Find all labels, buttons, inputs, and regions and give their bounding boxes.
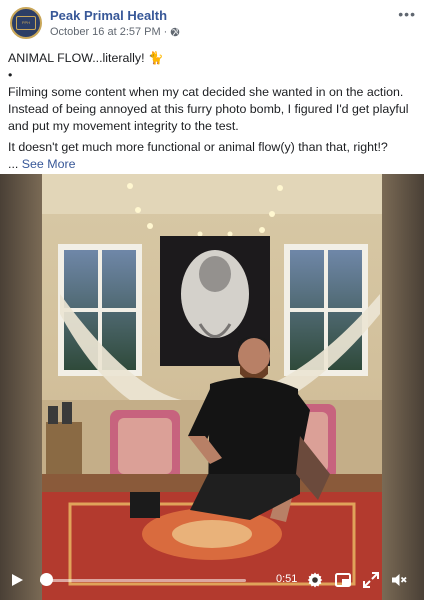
meta-separator: · <box>163 26 168 38</box>
video-controls: 0:51 <box>0 560 424 600</box>
post-caption: ANIMAL FLOW...literally! 🐈 • Filming som… <box>8 50 418 173</box>
caption-ellipsis: ... <box>8 157 22 171</box>
caption-paragraph: Filming some content when my cat decided… <box>8 85 409 133</box>
video-player[interactable]: 0:51 <box>0 174 424 600</box>
yoga-block <box>130 492 160 518</box>
avatar-logo: PPH <box>16 16 36 30</box>
post-header: PPH Peak Primal Health October 16 at 2:5… <box>0 0 424 44</box>
caption-question: It doesn't get much more functional or a… <box>8 140 388 154</box>
caption-bullet: • <box>8 68 13 82</box>
post-date-link[interactable]: October 16 at 2:57 PM <box>50 26 161 38</box>
page-name-link[interactable]: Peak Primal Health <box>50 8 167 23</box>
caption-more-row: ... See More <box>8 156 418 173</box>
play-icon[interactable] <box>10 573 24 587</box>
time-remaining: 0:51 <box>276 573 298 585</box>
post-options-button[interactable]: ••• <box>398 6 416 22</box>
globe-icon[interactable] <box>170 27 180 37</box>
see-more-link[interactable]: See More <box>22 157 76 171</box>
speaker-muted-icon[interactable] <box>390 571 408 589</box>
video-frame <box>0 174 424 600</box>
post-meta: October 16 at 2:57 PM · <box>50 26 180 38</box>
fullscreen-icon[interactable] <box>362 571 380 589</box>
page-avatar[interactable]: PPH <box>10 7 42 39</box>
progress-scrubber[interactable] <box>40 573 54 586</box>
progress-bar[interactable] <box>40 579 246 582</box>
picture-in-picture-icon[interactable] <box>334 571 352 589</box>
caption-headline: ANIMAL FLOW...literally! 🐈 <box>8 51 164 65</box>
gear-icon[interactable] <box>306 571 324 589</box>
